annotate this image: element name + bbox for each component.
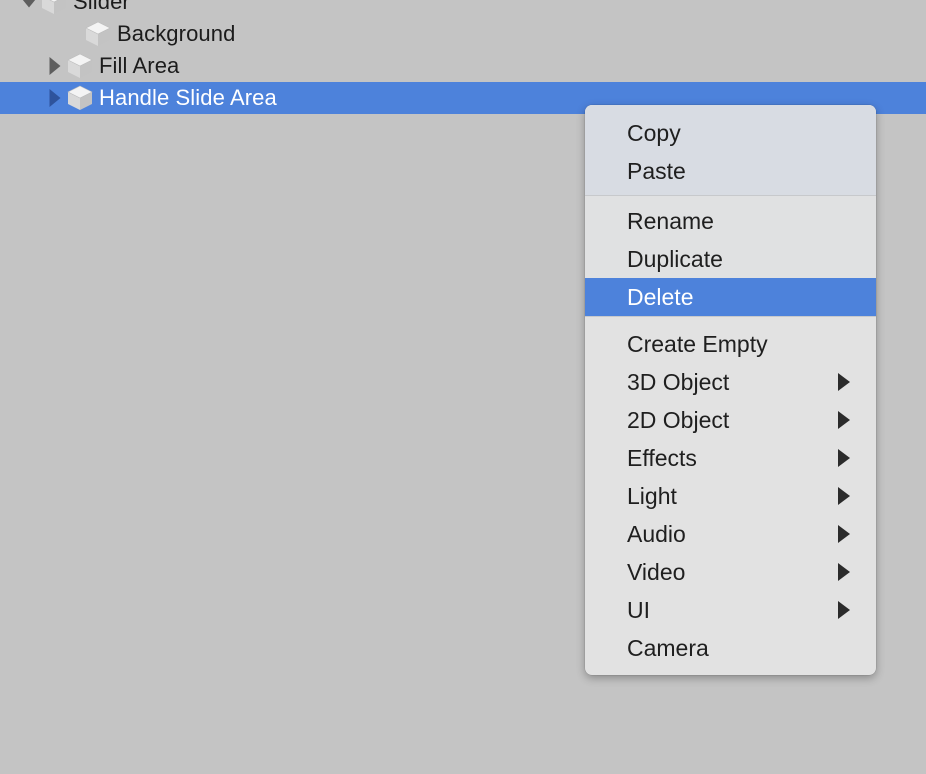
- gameobject-cube-icon: [66, 85, 94, 111]
- hierarchy-row[interactable]: Slider: [0, 0, 926, 18]
- context-menu[interactable]: Copy Paste Rename Duplicate Delete Create Emp…: [585, 105, 876, 675]
- menu-item-duplicate[interactable]: Duplicate: [585, 240, 876, 278]
- disclosure-triangle-right-icon[interactable]: [44, 50, 66, 82]
- gameobject-cube-icon: [85, 21, 111, 46]
- menu-item-label: Create Empty: [627, 330, 768, 357]
- menu-item-label: Light: [627, 482, 677, 509]
- menu-section-clipboard: Copy Paste: [585, 105, 876, 195]
- hierarchy-row-label: Handle Slide Area: [99, 85, 277, 110]
- menu-item-label: Effects: [627, 444, 697, 471]
- gameobject-cube-icon: [40, 0, 68, 15]
- menu-item-label: UI: [627, 596, 650, 623]
- menu-item-copy[interactable]: Copy: [585, 114, 876, 152]
- submenu-arrow-icon: [838, 411, 850, 429]
- hierarchy-row[interactable]: Background: [0, 18, 926, 50]
- menu-item-label: Copy: [627, 119, 681, 146]
- menu-item-label: Duplicate: [627, 245, 723, 272]
- disclosure-spacer: [62, 18, 84, 50]
- gameobject-cube-icon: [66, 53, 94, 79]
- gameobject-cube-icon: [67, 53, 93, 78]
- menu-item-light[interactable]: Light: [585, 477, 876, 515]
- menu-item-rename[interactable]: Rename: [585, 202, 876, 240]
- gameobject-cube-icon: [42, 0, 66, 14]
- submenu-arrow-icon: [838, 525, 850, 543]
- hierarchy-row[interactable]: Fill Area: [0, 50, 926, 82]
- menu-item-delete[interactable]: Delete: [585, 278, 876, 316]
- menu-item-2d-object[interactable]: 2D Object: [585, 401, 876, 439]
- menu-item-paste[interactable]: Paste: [585, 152, 876, 190]
- menu-section-create: Create Empty 3D Object 2D Object Effects Lig…: [585, 317, 876, 667]
- gameobject-cube-icon: [67, 85, 93, 110]
- gameobject-cube-icon: [84, 21, 112, 47]
- menu-item-label: Paste: [627, 157, 686, 184]
- menu-item-label: 2D Object: [627, 406, 730, 433]
- hierarchy-row-label: Fill Area: [99, 53, 180, 78]
- disclosure-triangle-down-icon[interactable]: [18, 0, 40, 18]
- menu-item-audio[interactable]: Audio: [585, 515, 876, 553]
- menu-item-ui[interactable]: UI: [585, 591, 876, 629]
- menu-item-label: Delete: [627, 283, 694, 310]
- menu-item-effects[interactable]: Effects: [585, 439, 876, 477]
- menu-item-camera[interactable]: Camera: [585, 629, 876, 667]
- menu-section-edit: Rename Duplicate Delete: [585, 196, 876, 316]
- menu-item-video[interactable]: Video: [585, 553, 876, 591]
- submenu-arrow-icon: [838, 487, 850, 505]
- menu-item-label: Video: [627, 558, 686, 585]
- disclosure-triangle-right-icon[interactable]: [44, 82, 66, 114]
- menu-item-label: Rename: [627, 207, 714, 234]
- hierarchy-row-label: Background: [117, 21, 236, 46]
- menu-item-label: 3D Object: [627, 368, 730, 395]
- menu-item-3d-object[interactable]: 3D Object: [585, 363, 876, 401]
- submenu-arrow-icon: [838, 449, 850, 467]
- menu-item-label: Camera: [627, 634, 709, 661]
- menu-item-label: Audio: [627, 520, 686, 547]
- submenu-arrow-icon: [838, 373, 850, 391]
- hierarchy-row-label: Slider: [73, 0, 130, 14]
- submenu-arrow-icon: [838, 601, 850, 619]
- menu-item-create-empty[interactable]: Create Empty: [585, 325, 876, 363]
- submenu-arrow-icon: [838, 563, 850, 581]
